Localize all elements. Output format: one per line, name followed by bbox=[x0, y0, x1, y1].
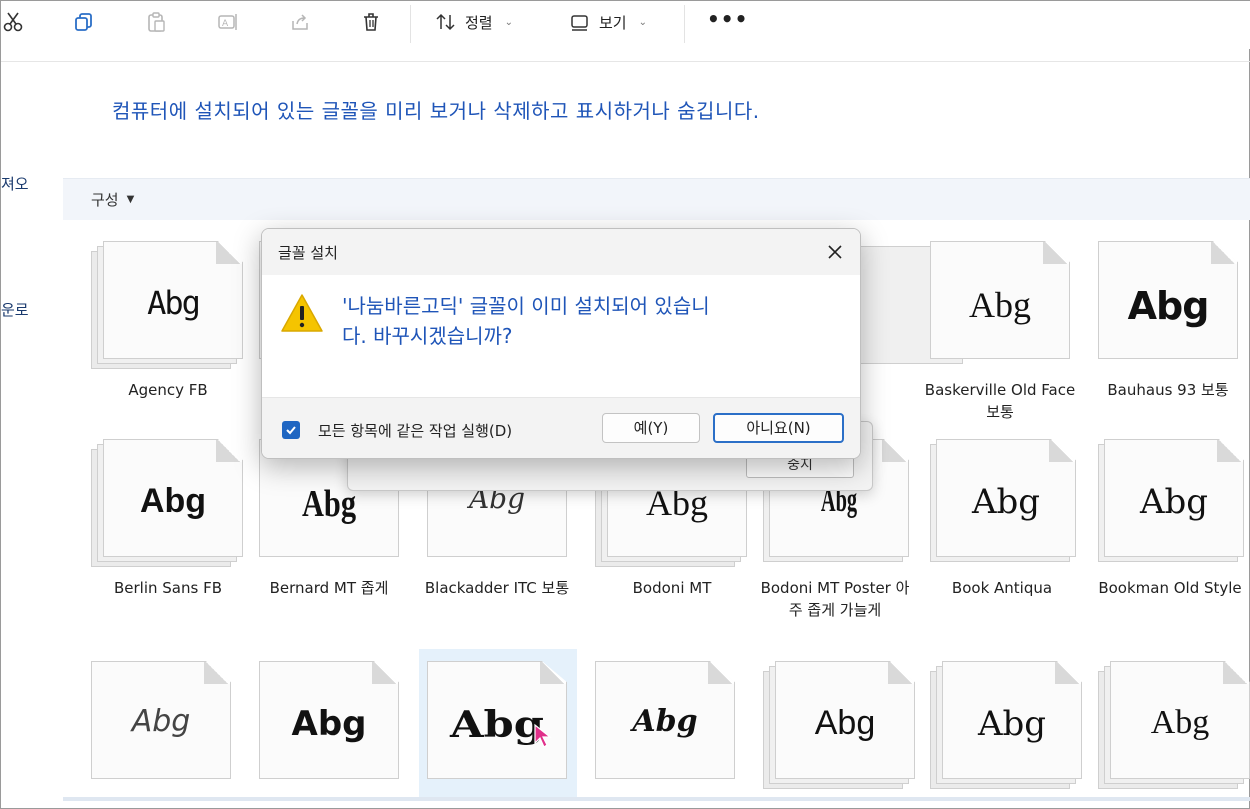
font-tile-baskerville-old-face[interactable]: Abg Baskerville Old Face 보통 bbox=[925, 241, 1080, 426]
sort-label: 정렬 bbox=[465, 13, 493, 32]
dialog-message: '나눔바른고딕' 글꼴이 이미 설치되어 있습니 다. 바꾸시겠습니까? bbox=[342, 291, 822, 351]
sidebar-item[interactable]: 져오 bbox=[1, 173, 29, 194]
view-icon bbox=[571, 15, 588, 31]
font-sample: Abg bbox=[977, 704, 1047, 744]
font-name: Bodoni MT Poster 아주 좁게 가늘게 bbox=[760, 579, 910, 619]
toolbar-border bbox=[1, 61, 1250, 62]
font-name: Blackadder ITC 보통 bbox=[424, 579, 570, 597]
scroll-edge bbox=[63, 797, 1250, 801]
font-name: Bernard MT 좁게 bbox=[269, 579, 389, 597]
font-name: Bauhaus 93 보통 bbox=[1107, 381, 1229, 399]
font-tile-agency-fb[interactable]: Abg Agency FB bbox=[91, 241, 243, 421]
svg-text:A: A bbox=[222, 19, 229, 29]
checkmark-icon bbox=[286, 426, 296, 435]
font-sample: Abg bbox=[1127, 284, 1210, 328]
caret-down-icon: ▼ bbox=[126, 194, 135, 205]
view-button[interactable]: 보기 ⌄ bbox=[569, 9, 647, 35]
font-name: Berlin Sans FB bbox=[113, 579, 223, 597]
font-tile[interactable]: Abg bbox=[259, 661, 409, 791]
font-name: Baskerville Old Face 보통 bbox=[924, 381, 1076, 421]
command-bar: 구성 ▼ bbox=[63, 178, 1250, 220]
sidebar-item[interactable]: 운로 bbox=[1, 299, 29, 320]
delete-icon[interactable] bbox=[358, 9, 384, 35]
mouse-cursor-icon bbox=[534, 723, 552, 748]
font-install-dialog: 글꼴 설치 '나눔바른고딕' 글꼴이 이미 설치되어 있습니 다. 바꾸시겠습니… bbox=[261, 228, 861, 459]
font-name: Book Antiqua bbox=[951, 579, 1053, 597]
font-name: Bodoni MT bbox=[632, 579, 712, 597]
font-tile[interactable]: Abg bbox=[763, 661, 915, 791]
organize-label: 구성 bbox=[91, 191, 119, 209]
font-sample: Abg bbox=[632, 704, 698, 739]
dialog-message-line: 다. 바꾸시겠습니까? bbox=[342, 324, 513, 348]
toolbar: A 정렬 ⌄ 보기 ⌄ ••• bbox=[1, 1, 1250, 49]
font-tile-book-antiqua[interactable]: Abg Book Antiqua bbox=[930, 439, 1080, 614]
page-description: 컴퓨터에 설치되어 있는 글꼴을 미리 보거나 삭제하고 표시하거나 숨깁니다. bbox=[112, 99, 760, 123]
yes-button[interactable]: 예(Y) bbox=[602, 413, 700, 443]
apply-to-all-checkbox[interactable] bbox=[282, 421, 300, 439]
cut-icon[interactable] bbox=[1, 9, 27, 35]
font-sample: Abg bbox=[131, 704, 191, 739]
view-label: 보기 bbox=[599, 13, 627, 32]
dialog-titlebar: 글꼴 설치 bbox=[262, 229, 860, 275]
chevron-down-icon: ⌄ bbox=[638, 16, 647, 28]
font-name: Bookman Old Style bbox=[1098, 579, 1242, 597]
font-tile[interactable]: Abg bbox=[1098, 661, 1250, 791]
font-sample: Abg bbox=[139, 482, 207, 520]
toolbar-divider bbox=[684, 5, 685, 43]
font-sample: Abg bbox=[814, 704, 876, 742]
share-icon[interactable] bbox=[287, 9, 313, 35]
sort-button[interactable]: 정렬 ⌄ bbox=[435, 9, 513, 35]
close-button[interactable] bbox=[822, 239, 848, 265]
close-icon bbox=[828, 245, 842, 259]
font-sample: Abg bbox=[971, 482, 1041, 522]
font-sample: Abg bbox=[291, 704, 367, 744]
more-options-button[interactable]: ••• bbox=[707, 7, 748, 31]
dialog-body: '나눔바른고딕' 글꼴이 이미 설치되어 있습니 다. 바꾸시겠습니까? bbox=[262, 275, 860, 397]
font-name: Agency FB bbox=[128, 381, 208, 399]
dialog-title: 글꼴 설치 bbox=[278, 244, 338, 262]
font-tile[interactable]: Abg bbox=[930, 661, 1082, 791]
font-tile-bookman-old-style[interactable]: Abg Bookman Old Style bbox=[1098, 439, 1248, 624]
font-tile-berlin-sans-fb[interactable]: Abg Berlin Sans FB bbox=[91, 439, 243, 614]
font-tile[interactable]: Abg bbox=[91, 661, 241, 791]
sort-icon bbox=[436, 13, 455, 31]
organize-menu-button[interactable]: 구성 ▼ bbox=[91, 189, 134, 210]
copy-icon[interactable] bbox=[71, 9, 97, 35]
font-sample: Abg bbox=[969, 285, 1031, 325]
dialog-message-line: '나눔바른고딕' 글꼴이 이미 설치되어 있습니 bbox=[342, 294, 710, 318]
font-tile-selected[interactable]: Abg bbox=[419, 649, 577, 799]
rename-icon[interactable]: A bbox=[215, 9, 241, 35]
font-sample: Abg bbox=[1150, 704, 1210, 741]
font-tile-bauhaus-93[interactable]: Abg Bauhaus 93 보통 bbox=[1098, 241, 1248, 421]
no-button[interactable]: 아니요(N) bbox=[713, 413, 844, 443]
apply-to-all-label[interactable]: 모든 항목에 같은 작업 실행(D) bbox=[318, 420, 512, 441]
paste-icon[interactable] bbox=[143, 9, 169, 35]
font-sample: Abg bbox=[147, 284, 201, 322]
warning-icon bbox=[281, 294, 323, 332]
font-sample: Abg bbox=[1139, 482, 1209, 522]
toolbar-divider bbox=[410, 5, 411, 43]
dialog-footer: 모든 항목에 같은 작업 실행(D) 예(Y) 아니요(N) bbox=[262, 397, 860, 458]
chevron-down-icon: ⌄ bbox=[504, 16, 513, 28]
font-tile[interactable]: Abg bbox=[595, 661, 745, 791]
